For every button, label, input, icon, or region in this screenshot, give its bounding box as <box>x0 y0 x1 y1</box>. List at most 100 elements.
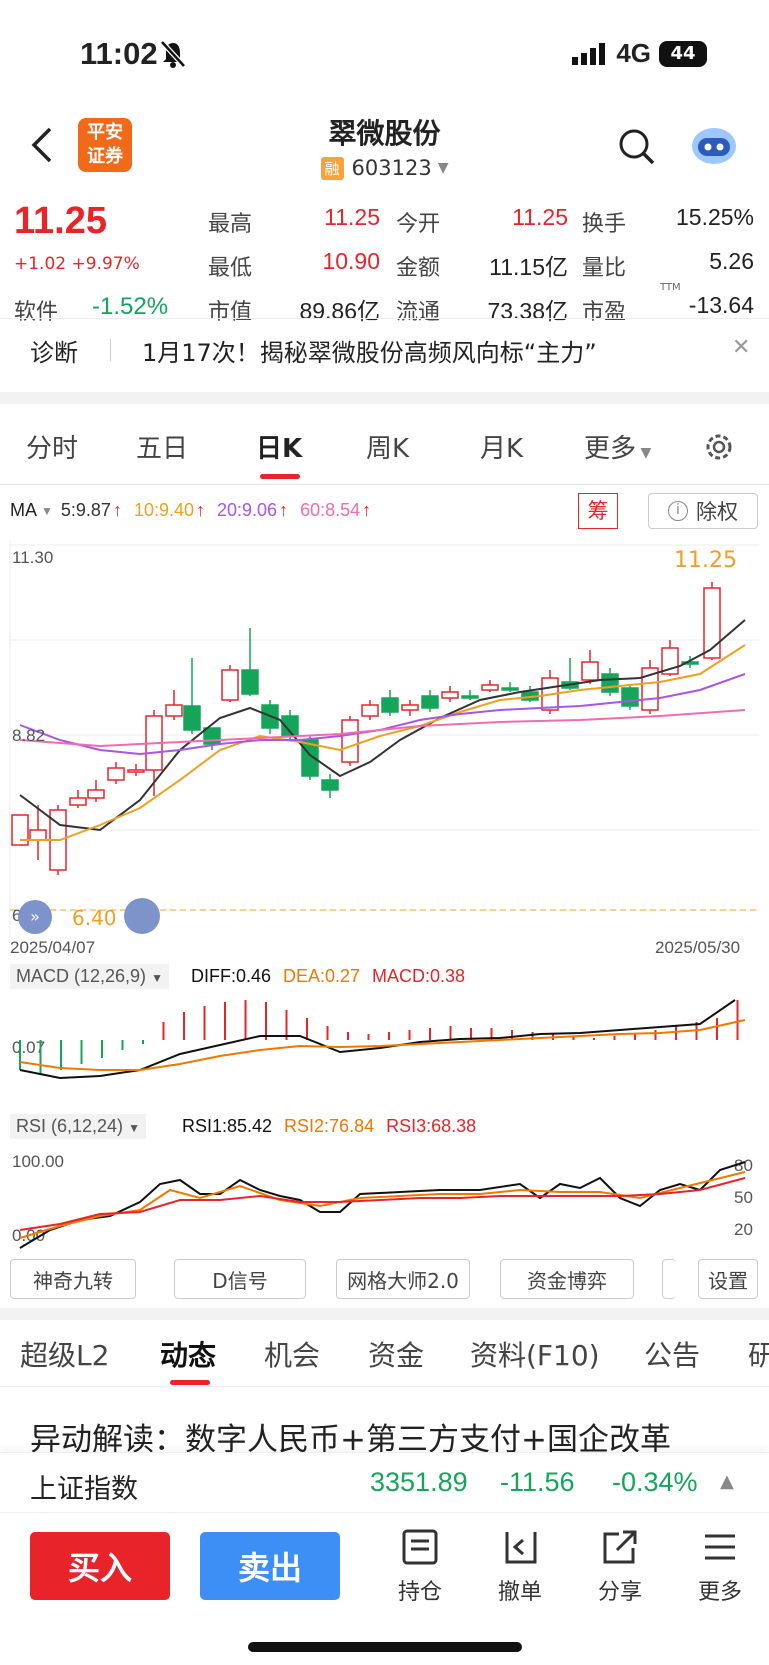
index-change: -11.56 <box>500 1467 575 1497</box>
tab-indicator <box>260 474 300 479</box>
news-banner[interactable]: 诊断 1月17次！揭秘翠微股份高频风向标“主力” ✕ <box>0 318 769 378</box>
candle-body <box>381 697 399 713</box>
candle-body <box>581 661 599 681</box>
close-icon[interactable]: ✕ <box>732 335 750 360</box>
robot-assistant-icon[interactable] <box>688 124 740 172</box>
status-time: 11:02 <box>80 36 158 71</box>
index-ticker[interactable]: 上证指数 3351.89 -11.56 -0.34% ▲ <box>0 1452 769 1514</box>
candle-body <box>221 669 239 701</box>
holdings-button[interactable]: 持仓 <box>385 1528 455 1606</box>
candle-body <box>107 767 125 781</box>
tab-intraday[interactable]: 分时 <box>26 428 78 465</box>
volratio-label: 量比 <box>582 256 627 281</box>
index-name: 上证指数 <box>30 1474 138 1505</box>
candle-body <box>127 769 145 773</box>
candle-body <box>401 704 419 711</box>
amount-label: 金额 <box>396 256 441 281</box>
tab-f10[interactable]: 资料(F10) <box>470 1334 600 1374</box>
grid-master-button[interactable]: 网格大师2.0 <box>336 1259 470 1299</box>
candlestick-chart[interactable] <box>0 540 769 940</box>
candle-body <box>321 779 339 791</box>
status-indicators: 4G 44 <box>572 38 707 69</box>
buy-button[interactable]: 买入 <box>30 1532 170 1600</box>
turnover-label: 换手 <box>582 212 627 237</box>
turnover-value: 15.25% <box>675 204 754 230</box>
macd-legend: MACD (12,26,9) ▼ DIFF:0.46 DEA:0.27 MACD… <box>10 964 465 989</box>
search-icon[interactable] <box>618 128 656 170</box>
gear-icon[interactable] <box>702 430 736 468</box>
candle-body <box>341 719 359 763</box>
ma-line <box>19 673 746 756</box>
tab-super-l2[interactable]: 超级L2 <box>20 1334 109 1374</box>
ma-line <box>19 619 746 832</box>
ma-line <box>19 709 746 748</box>
d-signal-button[interactable]: D信号 <box>174 1259 306 1299</box>
rsi-selector[interactable]: RSI (6,12,24) ▼ <box>10 1114 146 1139</box>
candle-body <box>441 691 459 699</box>
undo-icon <box>505 1532 537 1564</box>
divider <box>0 1386 769 1387</box>
info-icon: i <box>668 501 688 521</box>
macd-chart <box>19 999 746 1080</box>
chip-distribution-button[interactable]: 筹 <box>578 493 618 529</box>
ex-rights-button[interactable]: i 除权 <box>648 493 758 529</box>
network-label: 4G <box>616 38 651 68</box>
rsi-chart <box>19 1161 746 1249</box>
tab-research[interactable]: 研 <box>748 1334 769 1374</box>
pe-value: -13.64 <box>688 292 754 318</box>
settings-button[interactable]: 设置 <box>698 1259 758 1299</box>
sector-change: -1.52% <box>92 293 169 320</box>
candle-body <box>621 687 639 707</box>
chevron-up-icon: ▲ <box>720 1471 734 1492</box>
home-indicator <box>248 1642 522 1652</box>
tab-dynamics[interactable]: 动态 <box>160 1334 216 1374</box>
signal-icon <box>572 42 606 65</box>
rsi-legend: RSI (6,12,24) ▼ RSI1:85.42 RSI2:76.84 RS… <box>10 1114 476 1139</box>
section-divider <box>0 392 769 404</box>
expand-left-icon[interactable]: » <box>18 900 52 934</box>
tab-indicator <box>170 1380 210 1385</box>
tab-weekly-k[interactable]: 周K <box>366 428 409 465</box>
document-icon <box>402 1529 438 1565</box>
low-value: 10.90 <box>322 248 380 274</box>
low-price-mark: 6.40 <box>72 906 117 930</box>
fund-game-button[interactable]: 资金博弈 <box>500 1259 634 1299</box>
tab-monthly-k[interactable]: 月K <box>480 428 523 465</box>
section-divider <box>0 1308 769 1320</box>
bell-off-icon <box>160 40 186 72</box>
candle-body <box>501 687 519 691</box>
candle-body <box>361 704 379 717</box>
open-label: 今开 <box>396 212 441 237</box>
candle-body <box>481 684 499 691</box>
candle-body <box>69 797 87 806</box>
cancel-order-button[interactable]: 撤单 <box>485 1528 555 1606</box>
low-label: 最低 <box>208 256 253 281</box>
ma-line <box>20 644 746 841</box>
amount-value: 11.15亿 <box>489 254 568 280</box>
tab-daily-k[interactable]: 日K <box>256 428 302 465</box>
index-value: 3351.89 <box>370 1467 468 1497</box>
tab-more[interactable]: 更多 ▼ <box>584 428 651 465</box>
macd-selector[interactable]: MACD (12,26,9) ▼ <box>10 964 169 989</box>
tab-five-day[interactable]: 五日 <box>136 428 188 465</box>
tool-more-edge[interactable] <box>662 1259 676 1299</box>
fullscreen-icon[interactable] <box>124 898 160 934</box>
candle-body <box>421 695 439 709</box>
tab-announcements[interactable]: 公告 <box>644 1334 700 1374</box>
last-price: 11.25 <box>14 200 107 242</box>
tab-opportunity[interactable]: 机会 <box>264 1334 320 1374</box>
candle-body <box>29 829 47 841</box>
share-button[interactable]: 分享 <box>585 1528 655 1606</box>
tab-funds[interactable]: 资金 <box>368 1334 424 1374</box>
high-price-mark: 11.25 <box>674 548 737 573</box>
stock-code: 603123 <box>351 156 432 180</box>
more-button[interactable]: 更多 <box>685 1528 755 1606</box>
date-end: 2025/05/30 <box>655 938 741 957</box>
candle-body <box>183 705 201 731</box>
candle-body <box>601 673 619 693</box>
high-label: 最高 <box>208 212 253 237</box>
divider <box>110 339 111 361</box>
magic-nine-button[interactable]: 神奇九转 <box>10 1259 136 1299</box>
sell-button[interactable]: 卖出 <box>200 1532 340 1600</box>
price-axis-mid: 8.82 <box>12 726 46 745</box>
